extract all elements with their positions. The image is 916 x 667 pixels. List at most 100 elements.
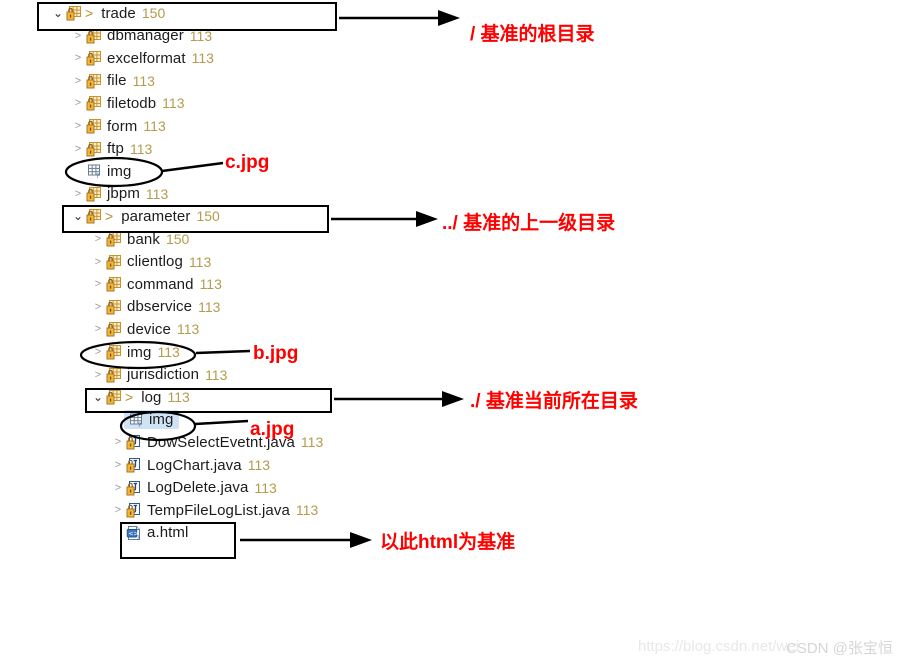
tree-row-dbservice[interactable]: > dbservice 113 bbox=[92, 296, 221, 318]
annotation-parent-dir: ../ 基准的上一级目录 bbox=[442, 213, 616, 234]
tree-row-label: form bbox=[107, 117, 138, 135]
package-locked-icon bbox=[106, 321, 123, 337]
tree-row-count: 113 bbox=[254, 479, 277, 496]
tree-row-count: 113 bbox=[157, 344, 180, 360]
package-locked-icon bbox=[86, 118, 103, 134]
tree-row-label: LogChart.java bbox=[147, 456, 242, 474]
tree-row-label: file bbox=[107, 72, 127, 90]
svg-text:?: ? bbox=[96, 172, 99, 179]
tree-row-label: device bbox=[127, 320, 171, 338]
chevron-right-icon[interactable]: > bbox=[112, 454, 124, 476]
package-locked-icon bbox=[106, 367, 123, 383]
tree-row-count: 113 bbox=[247, 457, 271, 473]
watermark-url: https://blog.csdn.net/wei bbox=[638, 638, 799, 655]
tree-row-jurisdiction[interactable]: > jurisdiction 113 bbox=[92, 364, 228, 386]
chevron-right-icon[interactable]: > bbox=[92, 251, 104, 273]
tree-row-count: 150 bbox=[165, 231, 190, 247]
chevron-right-icon[interactable]: > bbox=[112, 499, 124, 521]
tree-row-label: clientlog bbox=[127, 253, 183, 271]
annotation-b-jpg: b.jpg bbox=[253, 343, 299, 364]
package-locked-icon bbox=[106, 254, 123, 270]
tree-row-file[interactable]: > file 113 bbox=[72, 70, 155, 92]
package-locked-icon bbox=[106, 231, 123, 247]
package-locked-icon bbox=[106, 276, 123, 292]
chevron-right-icon[interactable]: > bbox=[92, 273, 104, 295]
chevron-right-icon[interactable]: > bbox=[92, 341, 104, 363]
tree-row-device[interactable]: > device 113 bbox=[92, 318, 200, 340]
svg-text:?: ? bbox=[138, 421, 141, 428]
chevron-right-icon[interactable]: > bbox=[72, 47, 84, 69]
package-locked-icon bbox=[106, 344, 123, 360]
tree-row-count: 113 bbox=[143, 118, 166, 134]
tree-row-jbpm[interactable]: > jbpm 113 bbox=[72, 183, 168, 205]
tree-row-LogDelete[interactable]: > LogDelete.java 113 bbox=[112, 477, 277, 499]
tree-row-img-trade[interactable]: ? img bbox=[72, 160, 131, 182]
tree-row-count: 113 bbox=[176, 321, 200, 338]
chevron-right-icon[interactable]: > bbox=[92, 364, 104, 386]
tree-row-label: img bbox=[127, 343, 152, 361]
tree-row-label: TempFileLogList.java bbox=[147, 501, 290, 519]
tree-row-count: 113 bbox=[132, 72, 155, 89]
callout-box-log bbox=[85, 388, 332, 413]
callout-box-a-html bbox=[120, 522, 236, 559]
tree-row-ftp[interactable]: > ftp 113 bbox=[72, 138, 153, 160]
java-locked-icon bbox=[126, 457, 143, 473]
annotation-base-html: 以此html为基准 bbox=[380, 532, 516, 553]
tree-row-count: 113 bbox=[205, 366, 228, 383]
tree-row-count: 113 bbox=[295, 502, 319, 519]
tree-row-count: 113 bbox=[188, 253, 212, 270]
tree-row-form[interactable]: > form 113 bbox=[72, 115, 166, 137]
chevron-right-icon[interactable]: > bbox=[72, 183, 84, 205]
tree-row-label: dbservice bbox=[127, 298, 193, 316]
chevron-right-icon[interactable]: > bbox=[112, 477, 124, 499]
java-locked-icon bbox=[126, 434, 143, 450]
tree-row-clientlog[interactable]: > clientlog 113 bbox=[92, 251, 211, 273]
tree-row-count: 113 bbox=[198, 298, 221, 315]
chevron-right-icon[interactable]: > bbox=[112, 431, 124, 453]
tree-row-filetodb[interactable]: > filetodb 113 bbox=[72, 92, 185, 114]
package-locked-icon bbox=[86, 141, 103, 157]
tree-row-count: 113 bbox=[129, 140, 153, 157]
chevron-right-icon[interactable]: > bbox=[92, 296, 104, 318]
package-empty-icon: ? bbox=[128, 412, 145, 428]
tree-row-count: 113 bbox=[300, 434, 324, 451]
tree-row-label: filetodb bbox=[107, 94, 157, 112]
chevron-right-icon[interactable]: > bbox=[72, 70, 84, 92]
java-locked-icon bbox=[126, 480, 143, 496]
tree-row-label: img bbox=[149, 411, 174, 429]
tree-row-label: img bbox=[107, 162, 132, 180]
annotation-c-jpg: c.jpg bbox=[225, 152, 270, 173]
watermark-handle: CSDN @张宝恒 bbox=[786, 640, 893, 657]
annotation-current-dir: ./ 基准当前所在目录 bbox=[470, 391, 638, 412]
annotation-a-jpg: a.jpg bbox=[250, 419, 295, 440]
tree-row-label: LogDelete.java bbox=[147, 479, 249, 497]
callout-box-trade bbox=[37, 2, 337, 31]
tree-row-count: 113 bbox=[145, 185, 169, 202]
chevron-right-icon[interactable]: > bbox=[72, 138, 84, 160]
tree-row-TempFileLogList[interactable]: > TempFileLogList.java 113 bbox=[112, 499, 318, 521]
chevron-right-icon[interactable]: > bbox=[72, 92, 84, 114]
package-locked-icon bbox=[106, 299, 123, 315]
package-locked-icon bbox=[86, 186, 103, 202]
callout-box-parameter bbox=[62, 205, 329, 233]
package-explorer-tree: ⌄ > trade 150 > dbmanager 113 > excelformat 113 > f… bbox=[0, 0, 420, 600]
tree-row-count: 113 bbox=[199, 276, 222, 293]
tree-row-label: bank bbox=[127, 230, 160, 248]
tree-row-img-parameter[interactable]: > img 113 bbox=[92, 341, 180, 363]
annotation-root-dir: / 基准的根目录 bbox=[470, 24, 595, 45]
package-locked-icon bbox=[86, 73, 103, 89]
chevron-right-icon[interactable]: > bbox=[92, 318, 104, 340]
tree-row-LogChart[interactable]: > LogChart.java 113 bbox=[112, 454, 270, 476]
tree-row-label: jurisdiction bbox=[127, 366, 200, 384]
tree-row-excelformat[interactable]: > excelformat 113 bbox=[72, 47, 214, 69]
package-locked-icon bbox=[86, 50, 103, 66]
selection-highlight[interactable]: ? img bbox=[124, 410, 180, 430]
package-locked-icon bbox=[86, 95, 103, 111]
chevron-right-icon[interactable]: > bbox=[72, 115, 84, 137]
tree-row-count: 113 bbox=[191, 50, 214, 67]
java-locked-icon bbox=[126, 502, 143, 518]
tree-row-label: command bbox=[127, 275, 194, 293]
tree-row-command[interactable]: > command 113 bbox=[92, 273, 222, 295]
tree-row-label: excelformat bbox=[107, 49, 186, 67]
package-empty-icon: ? bbox=[86, 163, 103, 179]
